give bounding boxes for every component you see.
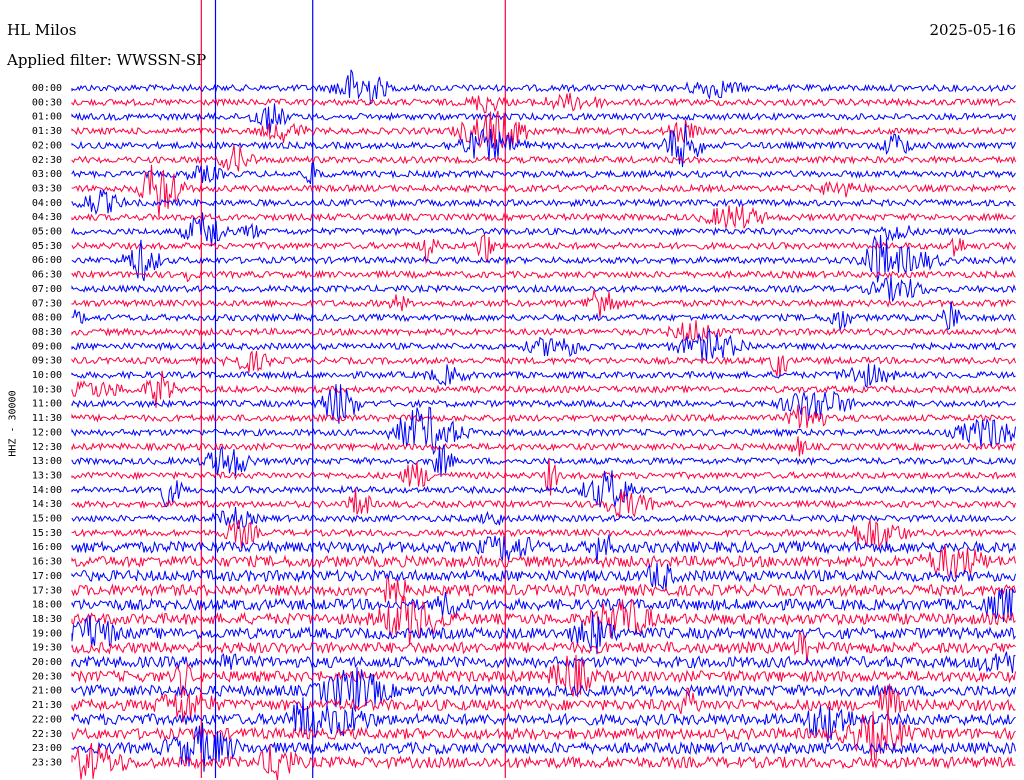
time-label: 14:30 [32,499,62,510]
trace-line [71,69,1016,105]
time-label: 06:30 [32,270,62,281]
trace-line [71,363,1016,389]
time-axis-labels: 00:00 00:30 01:00 01:30 02:00 02:30 03:00 03:30… [32,83,62,768]
time-label: 01:00 [32,112,62,123]
time-label: 04:00 [32,198,62,209]
time-label: 15:00 [32,514,62,525]
time-label: 02:30 [32,155,62,166]
trace-line [71,234,1016,283]
time-label: 06:00 [32,255,62,266]
time-label: 19:00 [32,628,62,639]
trace-line [71,595,1016,646]
time-label: 05:00 [32,227,62,238]
time-label: 12:30 [32,442,62,453]
time-label: 00:30 [32,97,62,108]
trace-line [71,92,1016,114]
time-label: 04:30 [32,212,62,223]
time-label: 03:30 [32,183,62,194]
time-label: 11:30 [32,413,62,424]
time-label: 02:00 [32,140,62,151]
trace-line [71,651,1016,674]
trace-line [71,189,1016,216]
time-label: 17:30 [32,585,62,596]
trace-line [71,320,1016,342]
time-label: 22:00 [32,714,62,725]
time-label: 08:00 [32,313,62,324]
trace-line [71,436,1016,457]
time-label: 11:00 [32,399,62,410]
time-label: 18:00 [32,600,62,611]
trace-line [71,301,1016,331]
trace-line [71,507,1016,529]
time-label: 16:30 [32,557,62,568]
trace-line [71,458,1016,496]
time-label: 14:00 [32,485,62,496]
time-label: 13:00 [32,456,62,467]
time-label: 10:30 [32,384,62,395]
time-label: 07:30 [32,298,62,309]
time-label: 18:30 [32,614,62,625]
time-label: 21:00 [32,686,62,697]
time-label: 22:30 [32,729,62,740]
time-label: 20:30 [32,671,62,682]
trace-line [71,290,1016,319]
time-label: 05:30 [32,241,62,252]
time-label: 21:30 [32,700,62,711]
time-label: 10:00 [32,370,62,381]
trace-line [71,576,1016,603]
trace-line [71,328,1016,362]
time-label: 23:30 [32,757,62,768]
time-label: 16:00 [32,542,62,553]
trace-line [71,275,1016,302]
time-label: 13:30 [32,470,62,481]
time-label: 00:00 [32,83,62,94]
time-label: 08:30 [32,327,62,338]
time-label: 09:30 [32,356,62,367]
time-label: 20:00 [32,657,62,668]
seismogram-traces [71,69,1016,780]
trace-line [71,162,1016,185]
trace-line [71,269,1016,283]
time-label: 23:00 [32,743,62,754]
trace-line [71,144,1016,172]
time-label: 07:00 [32,284,62,295]
time-label: 09:00 [32,341,62,352]
trace-line [71,103,1016,134]
time-label: 03:00 [32,169,62,180]
seismogram-plot: 00:00 00:30 01:00 01:30 02:00 02:30 03:00 03:30… [32,0,1016,780]
trace-line [71,404,1016,429]
time-label: 17:00 [32,571,62,582]
time-label: 19:30 [32,643,62,654]
time-label: 12:00 [32,427,62,438]
time-label: 01:30 [32,126,62,137]
time-label: 15:30 [32,528,62,539]
